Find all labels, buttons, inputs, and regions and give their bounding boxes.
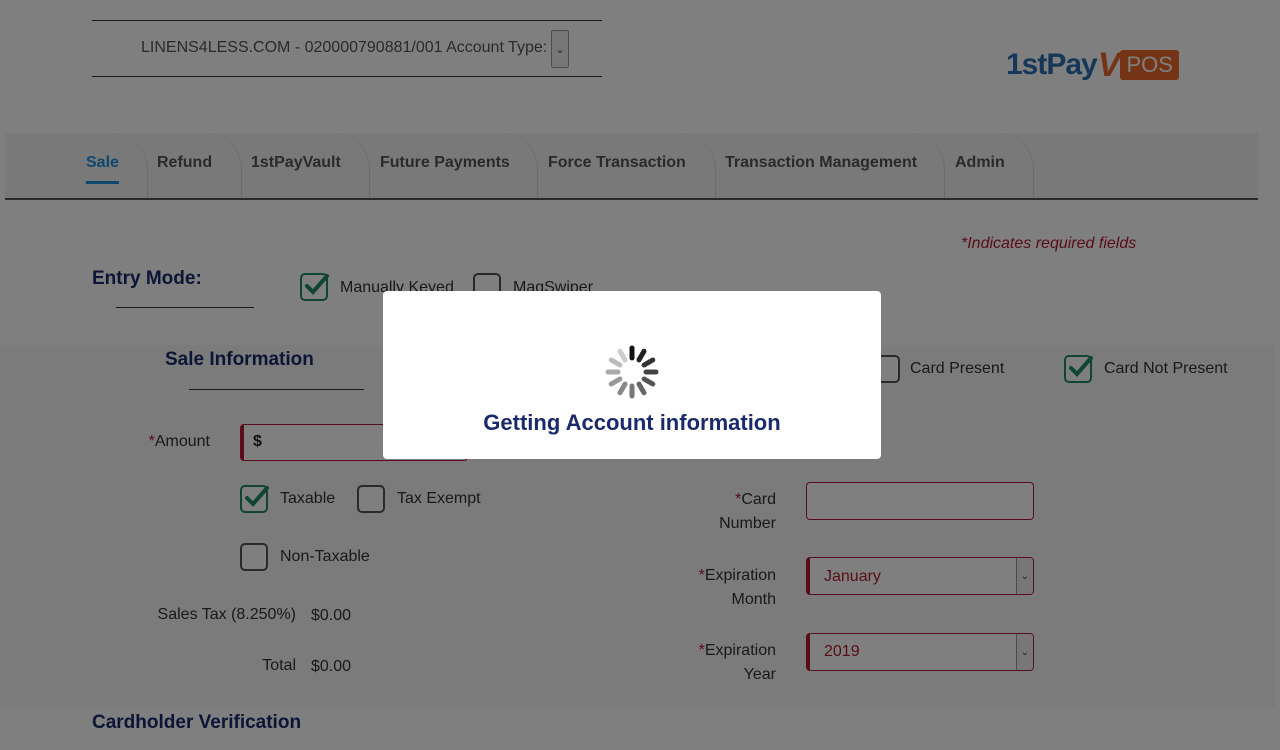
loading-spinner-icon <box>605 345 659 399</box>
loading-message: Getting Account information <box>483 410 781 435</box>
loading-modal: Getting Account information <box>383 291 881 459</box>
